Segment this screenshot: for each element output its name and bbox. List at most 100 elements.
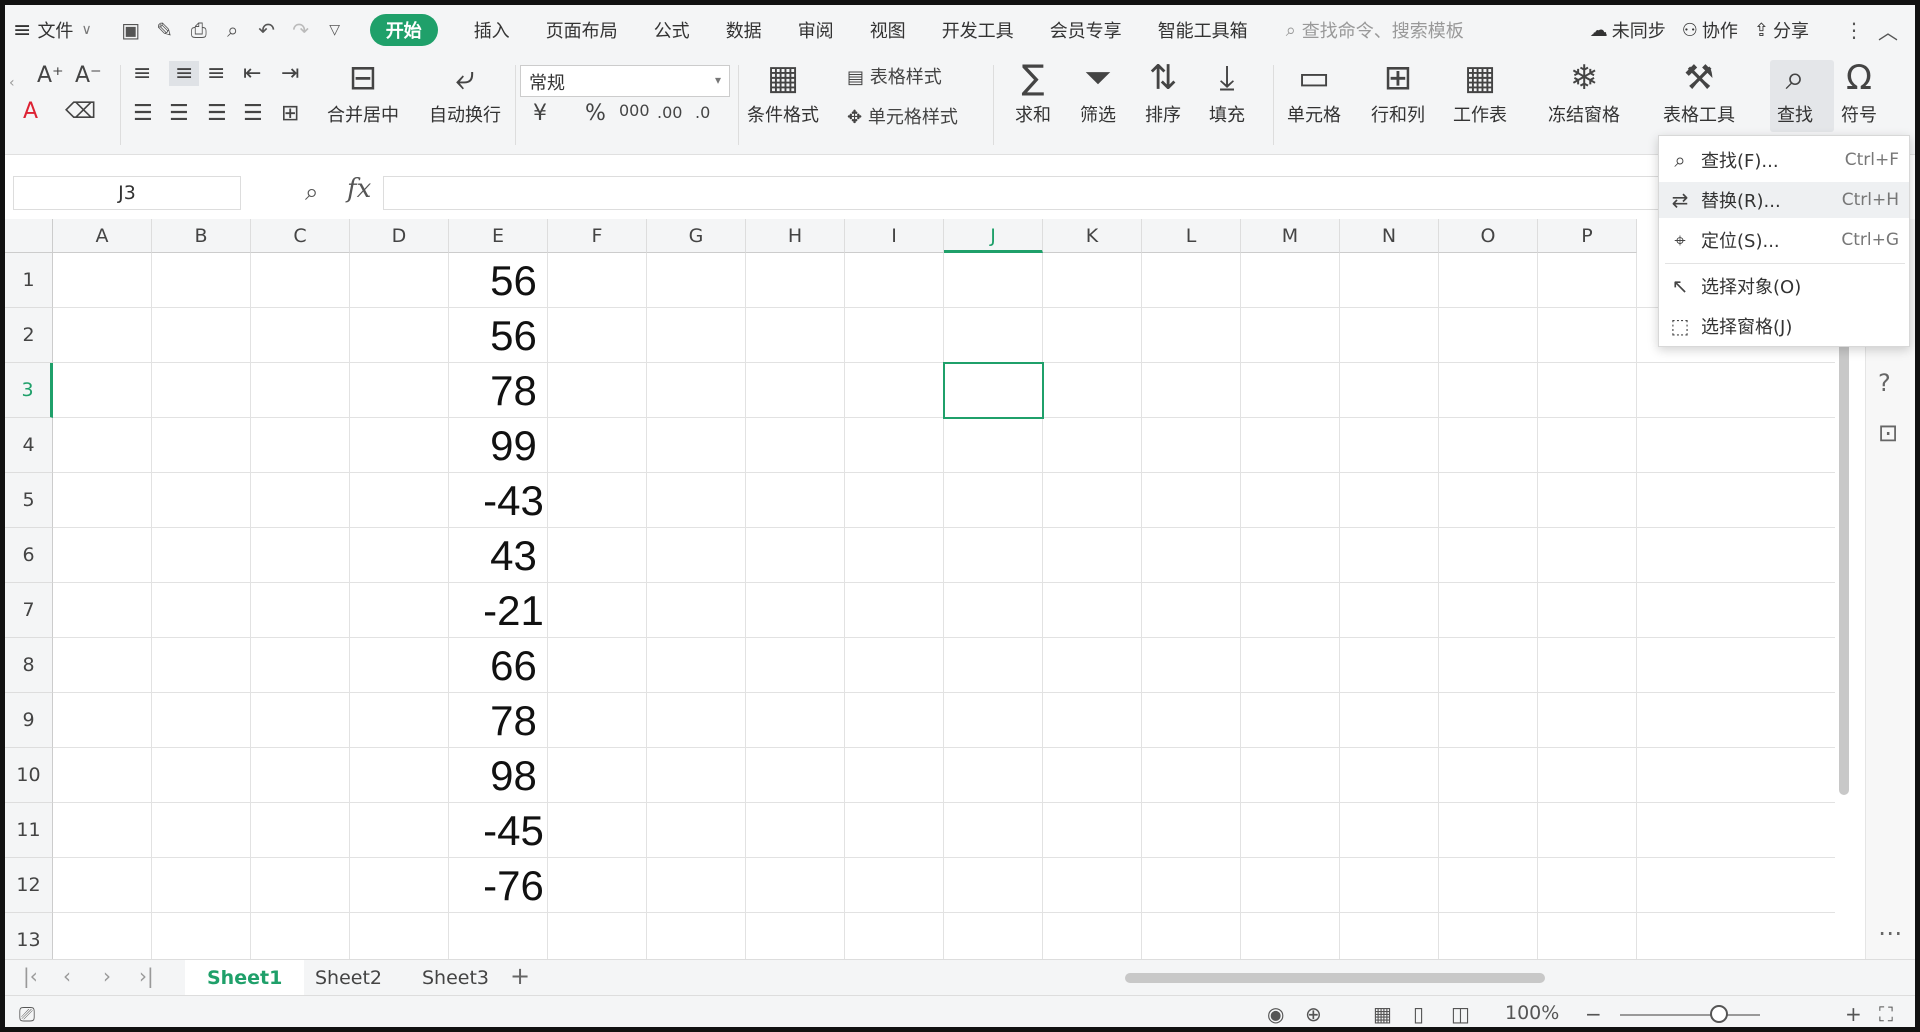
cell-e6[interactable]: 43 <box>449 532 578 587</box>
filter-button[interactable]: ⏷ 筛选 <box>1080 55 1116 127</box>
format-painter-icon[interactable]: ✎ <box>148 5 182 55</box>
selected-cell[interactable] <box>943 362 1044 419</box>
macro-record-icon[interactable]: ⎚ <box>19 1002 35 1026</box>
name-box[interactable]: J3 <box>13 176 241 210</box>
merge-center-button[interactable]: ⊟ 合并居中 <box>327 55 399 127</box>
cell-e11[interactable]: -45 <box>449 807 578 862</box>
column-header-d[interactable]: D <box>350 219 449 253</box>
horizontal-scroll-thumb[interactable] <box>1125 973 1545 983</box>
menu-item-locate[interactable]: ⌖ 定位(S)... Ctrl+G <box>1659 222 1909 258</box>
save-icon[interactable]: ▣ <box>114 5 148 55</box>
menu-item-select-object[interactable]: ↖ 选择对象(O) <box>1659 268 1909 304</box>
percent-icon[interactable]: % <box>585 101 606 126</box>
next-sheet-icon[interactable]: › <box>103 964 111 988</box>
increase-indent-icon[interactable]: ⇥ <box>281 61 299 86</box>
command-search[interactable]: ⌕ 查找命令、搜索模板 <box>1286 17 1464 43</box>
tab-formulas[interactable]: 公式 <box>636 5 708 55</box>
more-options-icon[interactable]: ⋮ <box>1837 5 1871 55</box>
help-icon[interactable]: ? <box>1878 369 1891 397</box>
tab-member[interactable]: 会员专享 <box>1032 5 1140 55</box>
clear-format-icon[interactable]: ⌫ <box>65 99 96 124</box>
cell-e7[interactable]: -21 <box>449 587 578 642</box>
row-header-11[interactable]: 11 <box>5 803 53 858</box>
customize-dropdown-icon[interactable]: ▽ <box>318 5 352 55</box>
menu-item-replace[interactable]: ⇄ 替换(R)... Ctrl+H <box>1659 182 1909 218</box>
row-header-9[interactable]: 9 <box>5 693 53 748</box>
decrease-indent-icon[interactable]: ⇤ <box>243 61 261 86</box>
menu-item-selection-pane[interactable]: ⬚ 选择窗格(J) <box>1659 308 1909 344</box>
zoom-out-icon[interactable]: − <box>1585 1002 1602 1026</box>
column-header-f[interactable]: F <box>548 219 647 253</box>
cell-e10[interactable]: 98 <box>449 752 578 807</box>
cell-e3[interactable]: 78 <box>449 367 578 422</box>
column-header-i[interactable]: I <box>845 219 944 253</box>
row-header-2[interactable]: 2 <box>5 308 53 363</box>
menu-item-find[interactable]: ⌕ 查找(F)... Ctrl+F <box>1659 142 1909 178</box>
tab-developer[interactable]: 开发工具 <box>924 5 1032 55</box>
column-header-j[interactable]: J <box>944 219 1043 253</box>
zoom-in-icon[interactable]: + <box>1845 1002 1862 1026</box>
decrease-decimal-icon[interactable]: .0 <box>695 103 710 122</box>
cell-e8[interactable]: 66 <box>449 642 578 697</box>
number-format-select[interactable]: 常规 ▾ <box>520 65 730 97</box>
cell-e5[interactable]: -43 <box>449 477 578 532</box>
decrease-font-icon[interactable]: A⁻ <box>75 63 102 88</box>
column-header-p[interactable]: P <box>1538 219 1637 253</box>
row-header-6[interactable]: 6 <box>5 528 53 583</box>
cell-button[interactable]: ▭ 单元格 <box>1287 55 1341 127</box>
align-center-icon[interactable]: ☰ <box>169 101 189 126</box>
fill-button[interactable]: ⤓ 填充 <box>1209 55 1245 127</box>
sheet-tab-3[interactable]: Sheet3 <box>400 960 511 996</box>
worksheet-grid[interactable]: ABCDEFGHIJKLMNOP123456789101112131456567… <box>5 219 1835 959</box>
column-header-e[interactable]: E <box>449 219 548 253</box>
eye-protection-icon[interactable]: ◉ <box>1267 1002 1284 1026</box>
align-middle-icon[interactable]: ≡ <box>169 61 200 86</box>
zoom-slider-handle[interactable] <box>1710 1005 1728 1023</box>
column-header-n[interactable]: N <box>1340 219 1439 253</box>
page-break-view-icon[interactable]: ◫ <box>1451 1002 1470 1026</box>
align-bottom-icon[interactable]: ≡ <box>207 61 225 86</box>
row-header-13[interactable]: 13 <box>5 913 53 959</box>
page-layout-view-icon[interactable]: ▯ <box>1413 1002 1424 1026</box>
last-sheet-icon[interactable]: ›| <box>139 964 154 988</box>
tab-view[interactable]: 视图 <box>852 5 924 55</box>
tab-insert[interactable]: 插入 <box>456 5 528 55</box>
column-header-h[interactable]: H <box>746 219 845 253</box>
center-icon[interactable]: ⊕ <box>1305 1002 1322 1026</box>
row-header-12[interactable]: 12 <box>5 858 53 913</box>
tab-data[interactable]: 数据 <box>708 5 780 55</box>
prev-sheet-icon[interactable]: ‹ <box>63 964 71 988</box>
column-header-b[interactable]: B <box>152 219 251 253</box>
font-color-icon[interactable]: A <box>23 99 38 124</box>
row-header-4[interactable]: 4 <box>5 418 53 473</box>
zoom-level[interactable]: 100% <box>1505 1002 1559 1024</box>
table-tools-button[interactable]: ⚒ 表格工具 <box>1663 55 1735 127</box>
tab-home[interactable]: 开始 <box>352 5 456 55</box>
sort-button[interactable]: ⇅ 排序 <box>1145 55 1181 127</box>
column-header-k[interactable]: K <box>1043 219 1142 253</box>
sync-button[interactable]: ☁ 未同步 <box>1582 5 1674 55</box>
ribbon-scroll-left-icon[interactable]: ‹ <box>9 75 15 91</box>
sheet-tab-1[interactable]: Sheet1 <box>185 960 305 996</box>
row-header-8[interactable]: 8 <box>5 638 53 693</box>
sheet-tab-2[interactable]: Sheet2 <box>293 960 404 996</box>
zoom-slider[interactable] <box>1620 1014 1760 1016</box>
conditional-format-button[interactable]: ▦ 条件格式 <box>747 55 819 127</box>
fx-icon[interactable]: fx <box>347 174 371 204</box>
symbol-button[interactable]: Ω 符号 <box>1841 55 1877 127</box>
share-button[interactable]: ⇪ 分享 <box>1746 5 1817 55</box>
print-preview-icon[interactable]: ⌕ <box>216 5 250 55</box>
currency-icon[interactable]: ¥ <box>533 101 547 126</box>
cell-e2[interactable]: 56 <box>449 312 578 367</box>
select-all-corner[interactable] <box>5 219 53 253</box>
freeze-panes-button[interactable]: ❄ 冻结窗格 <box>1548 55 1620 127</box>
normal-view-icon[interactable]: ▦ <box>1373 1002 1392 1026</box>
print-icon[interactable]: ⎙ <box>182 5 216 55</box>
column-header-c[interactable]: C <box>251 219 350 253</box>
thousands-separator-icon[interactable]: 000 <box>619 101 650 120</box>
cell-style-button[interactable]: ✥ 单元格样式 <box>847 103 958 129</box>
table-style-button[interactable]: ▤ 表格样式 <box>847 63 942 89</box>
justify-icon[interactable]: ☰ <box>243 101 263 126</box>
zoom-formula-icon[interactable]: ⌕ <box>305 178 318 206</box>
tab-review[interactable]: 审阅 <box>780 5 852 55</box>
